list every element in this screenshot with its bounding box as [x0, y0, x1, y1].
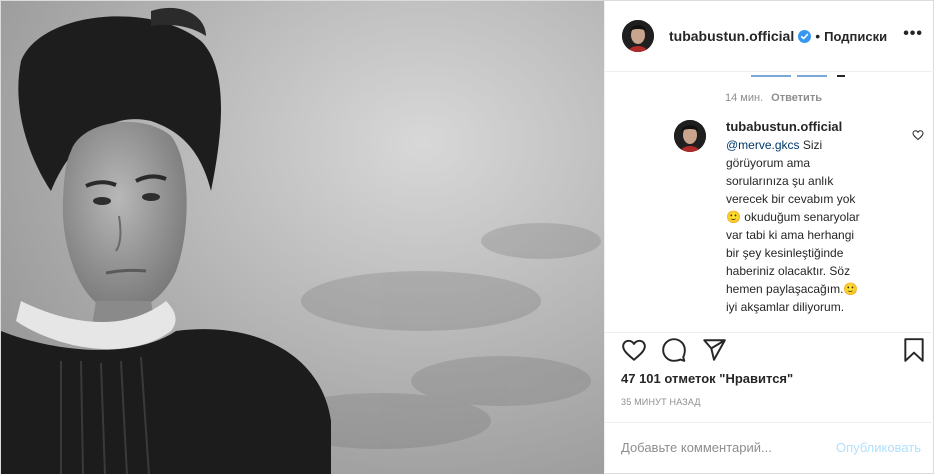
reply-username[interactable]: tubabustun.official	[726, 118, 866, 136]
reply-content: tubabustun.official @merve.gkcs Sizi gör…	[726, 118, 866, 316]
reply-avatar[interactable]	[674, 120, 706, 152]
post-header: tubabustun.official • Подписки •••	[605, 1, 934, 72]
publish-button[interactable]: Опубликовать	[836, 440, 921, 455]
portrait-image	[1, 1, 604, 474]
post-photo[interactable]	[1, 1, 604, 474]
separator-dot: •	[815, 28, 821, 44]
verified-badge-icon	[798, 29, 812, 43]
reply-button[interactable]: Ответить	[771, 92, 822, 104]
comment-icon[interactable]	[661, 337, 687, 363]
bookmark-icon[interactable]	[901, 337, 927, 363]
comment-time: 14 мин.	[725, 92, 764, 104]
heart-icon[interactable]	[621, 337, 647, 363]
comment-input[interactable]	[621, 436, 821, 458]
reply-text: Sizi görüyorum ama sorularınıza şu anlık…	[726, 138, 860, 314]
like-comment-heart-icon[interactable]	[912, 128, 924, 146]
comments-section: 14 мин. Ответить tubabustun.official @mer…	[605, 73, 934, 331]
mention-link[interactable]: @merve.gkcs	[726, 138, 800, 152]
instagram-post: tubabustun.official • Подписки ••• 14 ми…	[0, 0, 934, 474]
avatar[interactable]	[622, 20, 654, 52]
following-button[interactable]: Подписки	[824, 29, 887, 44]
comment-meta: 14 мин. Ответить	[725, 92, 822, 104]
previous-comment-fragment	[721, 73, 881, 77]
side-panel: tubabustun.official • Подписки ••• 14 ми…	[604, 1, 934, 474]
share-icon[interactable]	[701, 337, 727, 363]
username-link[interactable]: tubabustun.official	[669, 28, 794, 44]
reply-avatar-image	[674, 120, 706, 152]
likes-count[interactable]: 47 101 отметок "Нравится"	[621, 371, 793, 386]
more-options-icon[interactable]: •••	[903, 25, 923, 43]
avatar-image	[622, 20, 654, 52]
add-comment-bar: Опубликовать	[605, 422, 934, 474]
post-timestamp[interactable]: 35 МИНУТ НАЗАД	[621, 397, 701, 407]
